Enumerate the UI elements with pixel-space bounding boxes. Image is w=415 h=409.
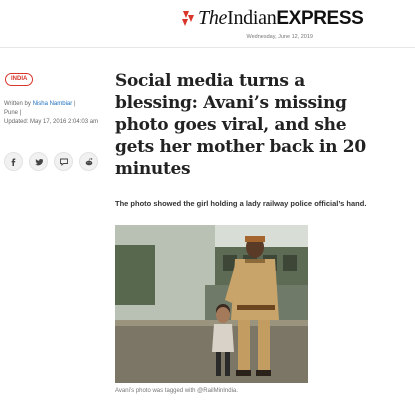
byline-prefix: Written by <box>4 101 31 107</box>
photo-caption: Avani’s photo was tagged with @RailMinIn… <box>115 388 238 394</box>
facebook-icon <box>11 158 15 166</box>
twitter-icon <box>34 158 43 165</box>
share-twitter-button[interactable] <box>29 152 48 171</box>
masthead: The Indian EXPRESS Wednesday, June 12, 2… <box>0 0 415 48</box>
author-link[interactable]: Nisha Nambiar <box>33 101 73 107</box>
share-comment-button[interactable] <box>54 152 73 171</box>
article-synopsis: The photo showed the girl holding a lady… <box>115 199 367 208</box>
article-byline: Written by Nisha Nambiar | Pune | Update… <box>4 100 104 127</box>
byline-city: Pune | <box>4 110 22 116</box>
comment-icon <box>59 158 68 166</box>
logo-express: EXPRESS <box>276 7 364 29</box>
share-reddit-button[interactable] <box>79 152 98 171</box>
updated-timestamp: Updated: May 17, 2016 2:04:03 am <box>4 119 99 125</box>
logo-indian: Indian <box>227 7 277 29</box>
logo-the: The <box>198 7 228 29</box>
byline-separator: | <box>73 101 76 107</box>
article-headline: Social media turns a blessing: Avani’s m… <box>115 71 366 179</box>
logo-flame-icon <box>182 11 194 26</box>
share-buttons <box>4 152 98 171</box>
article-photo[interactable] <box>115 225 308 383</box>
reddit-icon <box>85 157 92 165</box>
article-photo-illustration <box>115 225 308 383</box>
author-line: Written by Nisha Nambiar | <box>4 100 104 109</box>
header-date: Wednesday, June 12, 2019 <box>246 34 313 40</box>
section-badge[interactable]: INDIA <box>5 73 34 86</box>
site-logo[interactable]: The Indian EXPRESS <box>180 7 364 30</box>
share-facebook-button[interactable] <box>4 152 23 171</box>
